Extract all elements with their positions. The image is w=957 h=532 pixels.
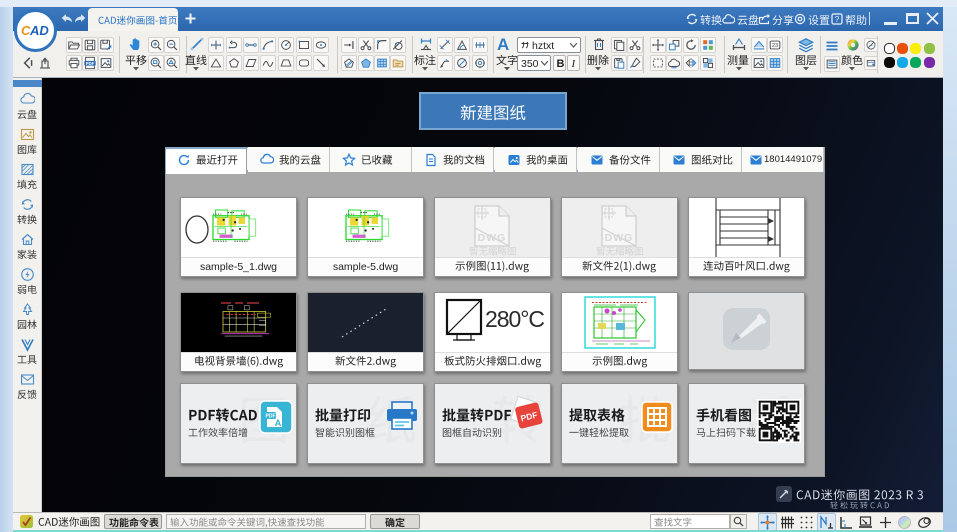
svg-text:DWG: DWG xyxy=(605,232,634,244)
svg-text:23: 23 xyxy=(772,43,778,49)
svg-text:PDF: PDF xyxy=(86,61,95,66)
svg-text:DWG: DWG xyxy=(478,232,507,244)
svg-text:?: ? xyxy=(835,15,840,24)
svg-text:280°C: 280°C xyxy=(485,306,545,332)
svg-text:A: A xyxy=(275,418,282,428)
svg-text:AD: AD xyxy=(29,23,49,38)
